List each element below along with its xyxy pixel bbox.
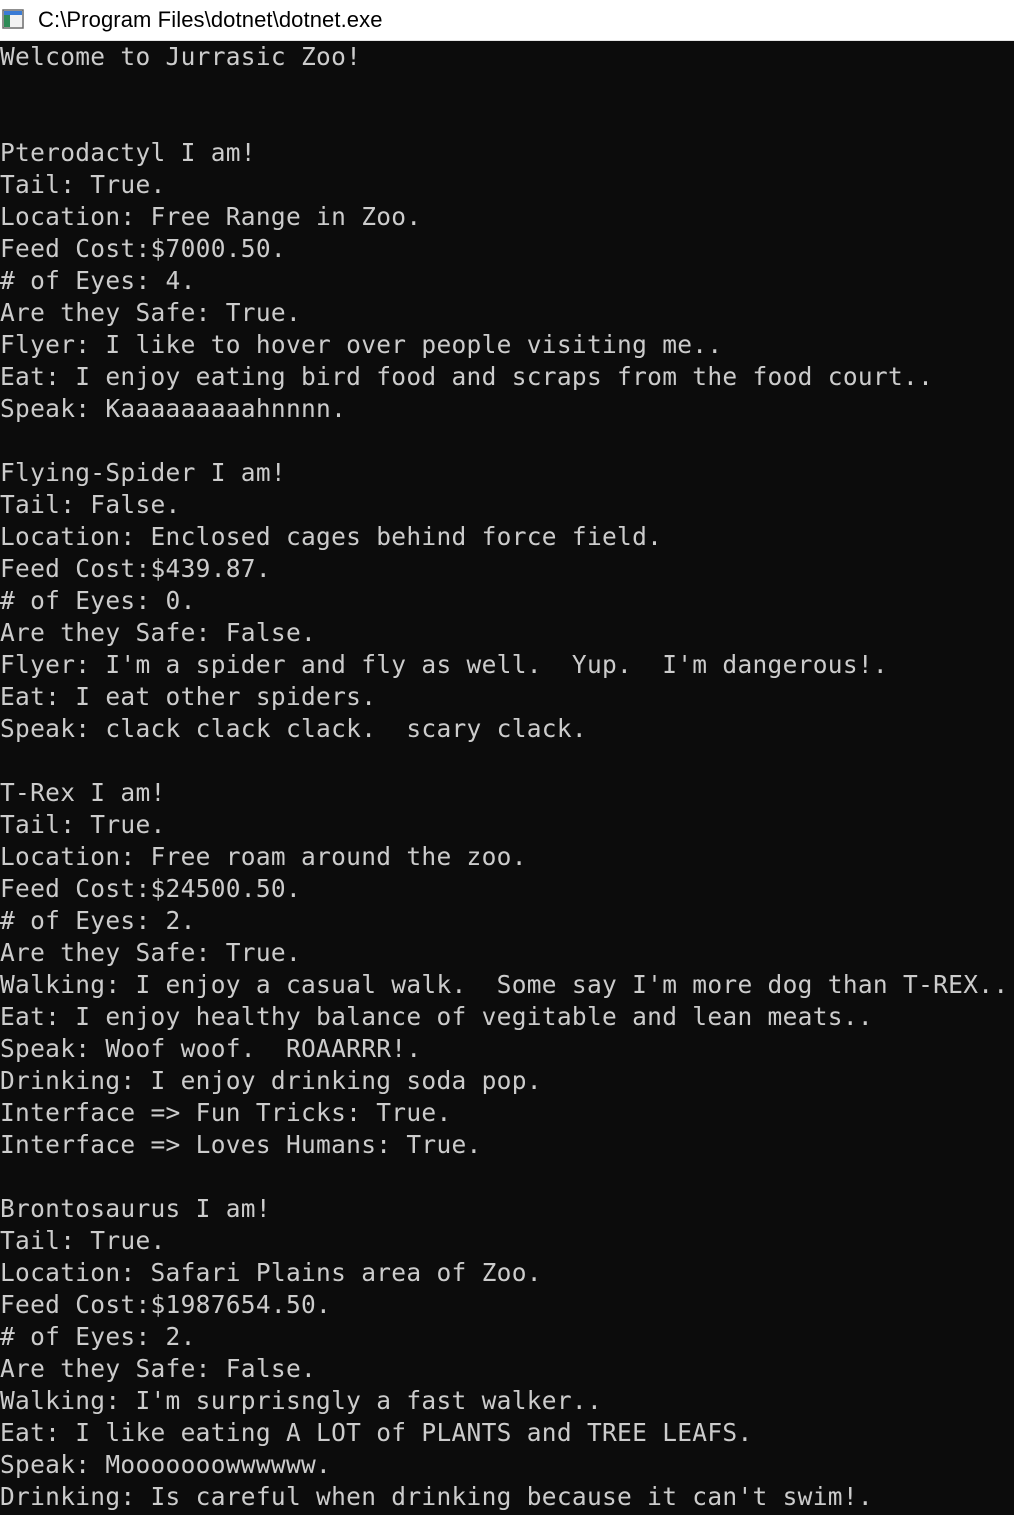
console-line: Location: Safari Plains area of Zoo. [0, 1258, 542, 1287]
console-output[interactable]: Welcome to Jurrasic Zoo! Pterodactyl I am… [0, 41, 1014, 1515]
console-app-icon [2, 8, 32, 32]
console-line: Are they Safe: True. [0, 298, 302, 327]
console-line: Are they Safe: False. [0, 618, 317, 647]
console-window: C:\Program Files\dotnet\dotnet.exe Welco… [0, 0, 1014, 1515]
console-line: Flyer: I'm a spider and fly as well. Yup… [0, 650, 888, 679]
console-line: Location: Enclosed cages behind force fi… [0, 522, 663, 551]
console-line: Speak: Woof woof. ROAARRR!. [0, 1034, 422, 1063]
console-line: Interface => Loves Humans: True. [0, 1130, 482, 1159]
console-line: Brontosaurus I am! [0, 1194, 271, 1223]
console-line: # of Eyes: 2. [0, 1322, 196, 1351]
window-title: C:\Program Files\dotnet\dotnet.exe [38, 7, 383, 32]
console-line: Flying-Spider I am! [0, 458, 286, 487]
console-line: Walking: I'm surprisngly a fast walker.. [0, 1386, 603, 1415]
console-line: Eat: I enjoy healthy balance of vegitabl… [0, 1002, 873, 1031]
console-line: Location: Free roam around the zoo. [0, 842, 527, 871]
console-line: Welcome to Jurrasic Zoo! [0, 42, 362, 71]
console-line: Feed Cost:$1987654.50. [0, 1290, 332, 1319]
console-line: Tail: True. [0, 1226, 166, 1255]
console-line: Pterodactyl I am! [0, 138, 256, 167]
console-line: Are they Safe: False. [0, 1354, 317, 1383]
console-line: Eat: I like eating A LOT of PLANTS and T… [0, 1418, 753, 1447]
console-line: # of Eyes: 0. [0, 586, 196, 615]
console-line: Drinking: I enjoy drinking soda pop. [0, 1066, 542, 1095]
console-line: Speak: Mooooooowwwwww. [0, 1450, 332, 1479]
console-line: Speak: clack clack clack. scary clack. [0, 714, 587, 743]
console-line: Flyer: I like to hover over people visit… [0, 330, 723, 359]
console-line: Interface => Fun Tricks: True. [0, 1098, 452, 1127]
console-line: Feed Cost:$7000.50. [0, 234, 286, 263]
console-line: Tail: True. [0, 170, 166, 199]
console-line: Walking: I enjoy a casual walk. Some say… [0, 970, 1009, 999]
console-line: Feed Cost:$439.87. [0, 554, 271, 583]
console-line: Drinking: Is careful when drinking becau… [0, 1482, 873, 1511]
console-line: Tail: False. [0, 490, 181, 519]
console-line: Tail: True. [0, 810, 166, 839]
title-bar[interactable]: C:\Program Files\dotnet\dotnet.exe [0, 0, 1014, 41]
console-line: Location: Free Range in Zoo. [0, 202, 422, 231]
console-line: T-Rex I am! [0, 778, 166, 807]
console-line: Are they Safe: True. [0, 938, 302, 967]
console-line: Eat: I eat other spiders. [0, 682, 377, 711]
console-line: # of Eyes: 2. [0, 906, 196, 935]
console-line: Feed Cost:$24500.50. [0, 874, 302, 903]
console-line: # of Eyes: 4. [0, 266, 196, 295]
console-line: Speak: Kaaaaaaaaahnnnn. [0, 394, 347, 423]
console-line: Eat: I enjoy eating bird food and scraps… [0, 362, 934, 391]
